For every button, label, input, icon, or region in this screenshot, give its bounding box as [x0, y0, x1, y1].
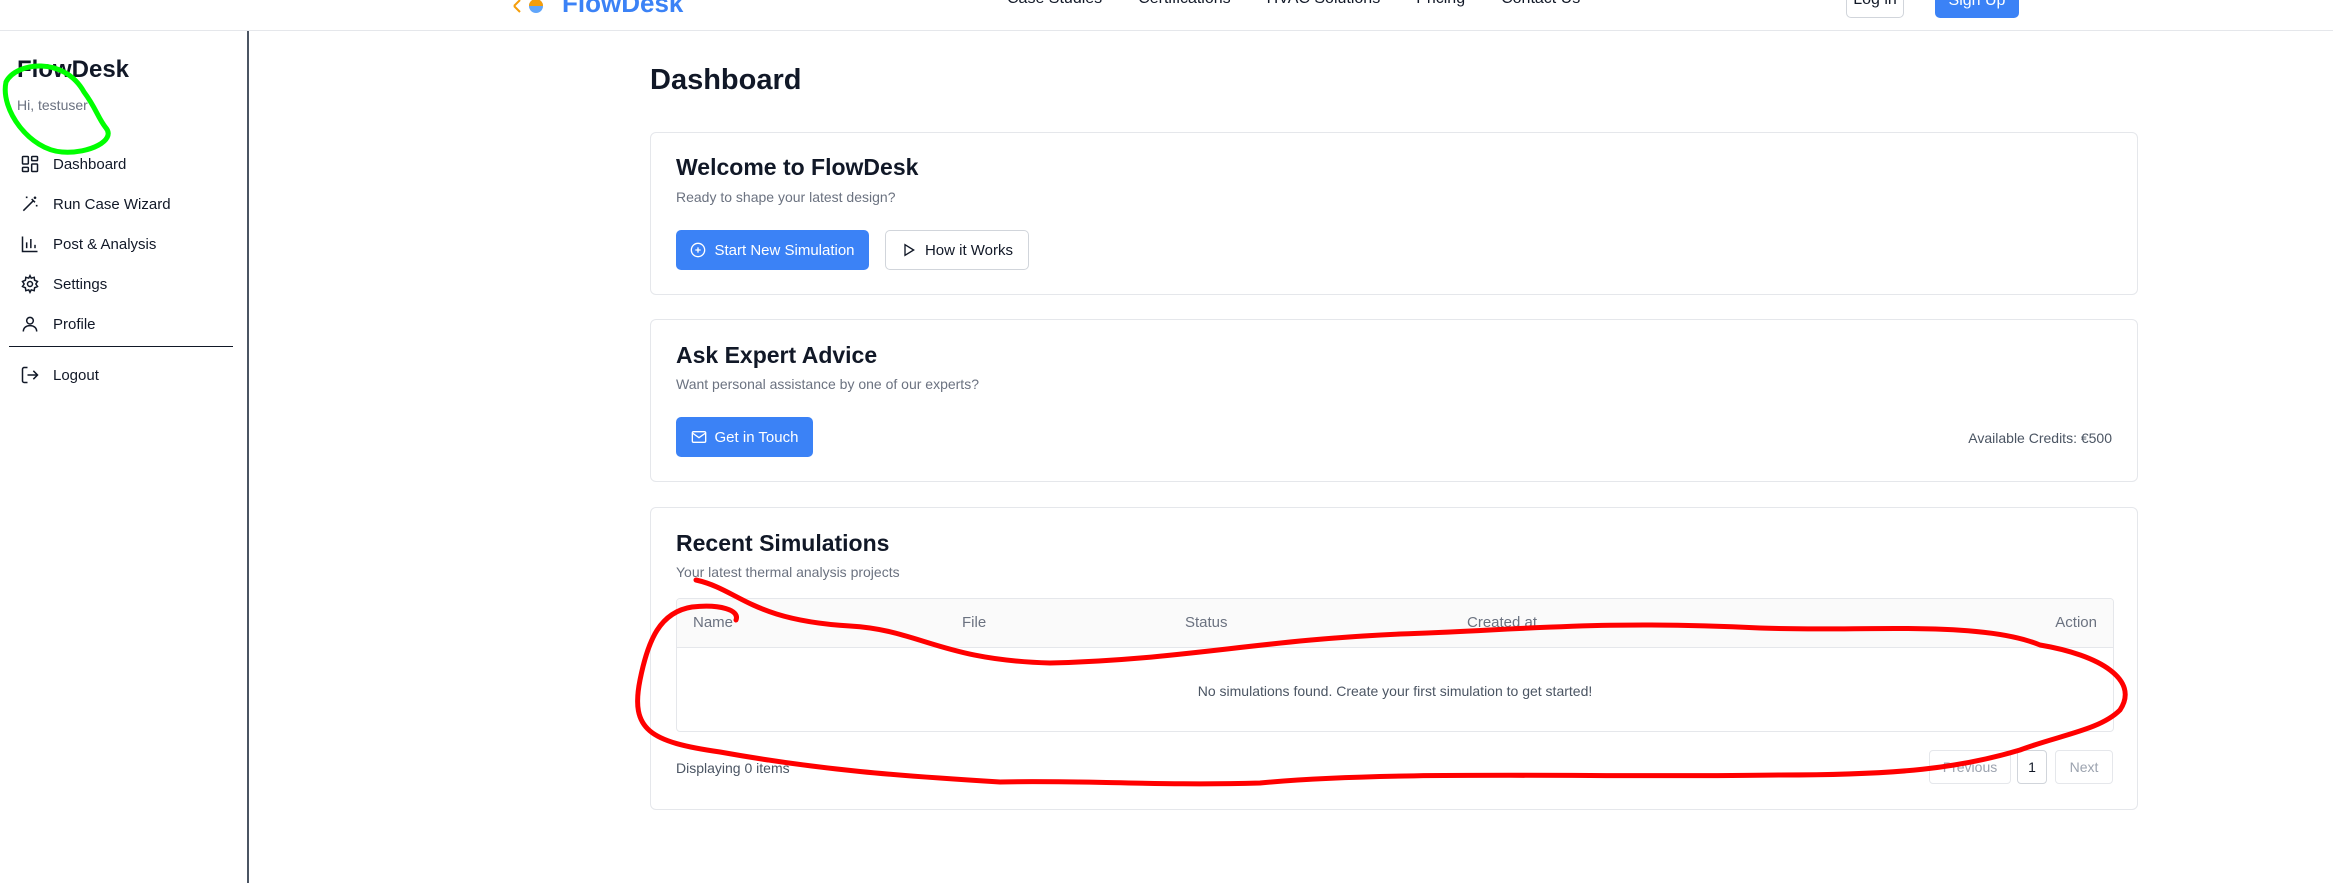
column-header-created-at[interactable]: Created at	[1467, 614, 1537, 631]
top-nav-links: Case Studies Certifications HVAC Solutio…	[1007, 0, 1580, 8]
welcome-subtitle: Ready to shape your latest design?	[676, 189, 896, 205]
page-1-button[interactable]: 1	[2017, 750, 2047, 784]
sidebar-item-label: Dashboard	[53, 155, 127, 173]
nav-link-certifications[interactable]: Certifications	[1138, 0, 1230, 8]
table-header: Name File Status Created at Action	[677, 599, 2113, 648]
sidebar-item-profile[interactable]: Profile	[20, 310, 96, 338]
flowdesk-logo-icon	[513, 0, 543, 13]
nav-link-contact-us[interactable]: Contact Us	[1501, 0, 1580, 8]
signup-button[interactable]: Sign Up	[1935, 0, 2019, 18]
simulations-table: Name File Status Created at Action No si…	[676, 598, 2114, 732]
next-page-button[interactable]: Next	[2055, 750, 2113, 784]
user-icon	[22, 316, 38, 332]
page-title: Dashboard	[650, 64, 802, 96]
recent-simulations-subtitle: Your latest thermal analysis projects	[676, 564, 900, 580]
sidebar-divider	[9, 346, 233, 347]
recent-simulations-title: Recent Simulations	[676, 530, 890, 556]
column-header-name[interactable]: Name	[693, 614, 733, 631]
recent-simulations-card: Recent Simulations Your latest thermal a…	[650, 507, 2138, 810]
sidebar-item-label: Run Case Wizard	[53, 195, 171, 213]
brand-name: FlowDesk	[562, 0, 684, 18]
items-count: Displaying 0 items	[676, 760, 790, 776]
logout-icon	[21, 366, 39, 384]
play-icon	[904, 243, 915, 257]
how-it-works-label: How it Works	[924, 241, 1014, 259]
sidebar-item-label: Post & Analysis	[53, 235, 157, 253]
login-button[interactable]: Log in	[1846, 0, 1904, 18]
dashboard-icon	[21, 155, 39, 173]
plus-circle-icon	[691, 242, 706, 258]
top-navbar: FlowDesk Case Studies Certifications HVA…	[0, 0, 2333, 31]
expert-advice-title: Ask Expert Advice	[676, 342, 878, 368]
logout-button[interactable]: Logout	[20, 361, 99, 389]
expert-advice-card: Ask Expert Advice Want personal assistan…	[650, 319, 2138, 482]
wand-icon	[22, 196, 38, 212]
sidebar: FlowDesk Hi, testuser Dashboard Run Case…	[0, 31, 249, 883]
sidebar-item-post-analysis[interactable]: Post & Analysis	[20, 230, 156, 258]
sidebar-item-label: Profile	[53, 315, 96, 333]
welcome-card: Welcome to FlowDesk Ready to shape your …	[650, 132, 2138, 295]
nav-link-case-studies[interactable]: Case Studies	[1007, 0, 1102, 8]
bar-chart-icon	[21, 236, 38, 253]
column-header-action: Action	[2055, 614, 2097, 631]
how-it-works-button[interactable]: How it Works	[885, 230, 1029, 270]
column-header-file[interactable]: File	[962, 614, 986, 631]
nav-link-pricing[interactable]: Pricing	[1416, 0, 1465, 8]
available-credits: Available Credits: €500	[1968, 430, 2112, 446]
user-greeting: Hi, testuser	[17, 97, 88, 113]
empty-table-message: No simulations found. Create your first …	[1197, 682, 1593, 699]
start-new-simulation-label: Start New Simulation	[714, 241, 855, 259]
mail-icon	[691, 431, 706, 443]
brand[interactable]: FlowDesk	[512, 0, 683, 19]
welcome-title: Welcome to FlowDesk	[676, 154, 919, 180]
previous-page-button[interactable]: Previous	[1929, 750, 2011, 784]
start-new-simulation-button[interactable]: Start New Simulation	[676, 230, 869, 270]
sidebar-item-run-case-wizard[interactable]: Run Case Wizard	[20, 190, 171, 218]
logout-label: Logout	[53, 366, 99, 384]
nav-link-hvac-solutions[interactable]: HVAC Solutions	[1267, 0, 1381, 8]
get-in-touch-button[interactable]: Get in Touch	[676, 417, 813, 457]
sidebar-item-settings[interactable]: Settings	[20, 270, 107, 298]
get-in-touch-label: Get in Touch	[714, 428, 799, 446]
gear-icon	[21, 274, 39, 294]
sidebar-item-dashboard[interactable]: Dashboard	[20, 150, 126, 178]
expert-advice-subtitle: Want personal assistance by one of our e…	[676, 376, 979, 392]
sidebar-title: FlowDesk	[17, 56, 130, 83]
sidebar-item-label: Settings	[53, 275, 108, 293]
column-header-status[interactable]: Status	[1185, 614, 1228, 631]
